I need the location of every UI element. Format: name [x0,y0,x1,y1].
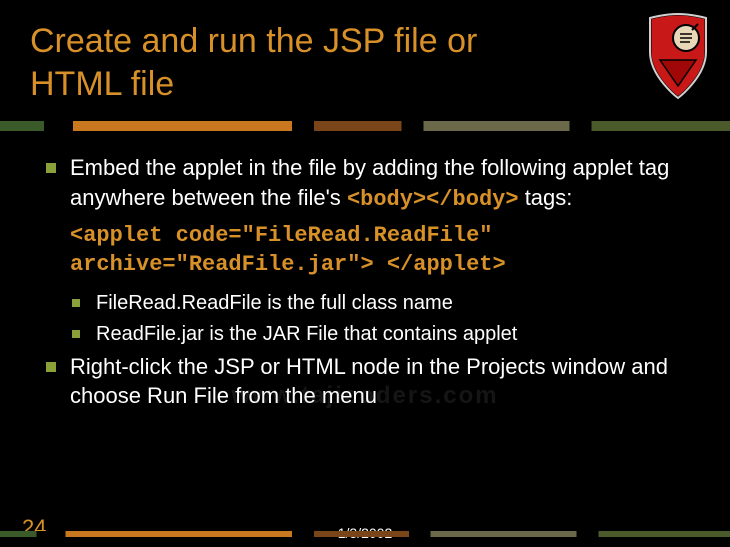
inline-code: <body></body> [347,187,519,212]
sub-bullet-item: FileRead.ReadFile is the full class name [72,290,690,317]
slide-content: Embed the applet in the file by adding t… [0,131,730,429]
shield-logo-icon [644,12,712,107]
sub-bullet-item: ReadFile.jar is the JAR File that contai… [72,321,690,348]
code-line: <applet code="FileRead.ReadFile" [70,222,690,251]
bullet-item: Right-click the JSP or HTML node in the … [46,352,690,411]
code-line: archive="ReadFile.jar"> </applet> [70,251,690,280]
footer-divider [0,531,730,537]
footer-bar-container [0,531,730,537]
header-divider [0,121,730,131]
slide-title: Create and run the JSP file or HTML file [0,0,600,115]
slide-number: 24 [22,515,46,541]
bullet-item: Embed the applet in the file by adding t… [46,153,690,214]
code-block: <applet code="FileRead.ReadFile" archive… [46,222,690,279]
bullet-text: tags: [519,185,573,210]
